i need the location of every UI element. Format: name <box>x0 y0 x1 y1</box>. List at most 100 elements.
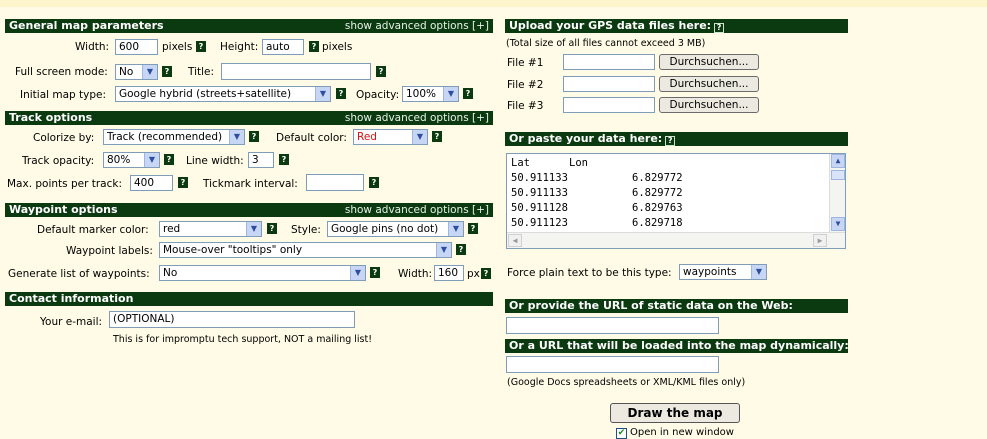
tickmark-input[interactable] <box>306 174 364 191</box>
default-color-select[interactable]: Red ▼ <box>353 129 428 145</box>
url-static-input[interactable] <box>506 317 719 334</box>
help-icon[interactable]: ? <box>196 41 206 52</box>
help-icon[interactable]: ? <box>456 244 466 255</box>
width-input[interactable]: 600 <box>115 39 158 55</box>
help-icon[interactable]: ? <box>369 177 379 188</box>
browse-button[interactable]: Durchsuchen... <box>659 76 759 92</box>
lon-value: 6.829772 <box>632 172 683 184</box>
waypoint-options-title: Waypoint options <box>9 203 118 216</box>
help-icon[interactable]: ? <box>162 66 172 77</box>
open-new-window-checkbox[interactable]: ✔ <box>616 428 627 439</box>
browse-button[interactable]: Durchsuchen... <box>659 97 759 113</box>
dropdown-arrow-icon: ▼ <box>246 222 261 236</box>
waypoint-labels-select[interactable]: Mouse-over "tooltips" only ▼ <box>159 242 452 258</box>
url-dynamic-input[interactable] <box>506 356 719 373</box>
help-icon[interactable]: ? <box>463 88 473 99</box>
maptype-select[interactable]: Google hybrid (streets+satellite) ▼ <box>115 86 331 102</box>
general-params-header: General map parameters show advanced opt… <box>5 19 493 33</box>
waypoint-advanced-link[interactable]: show advanced options [+] <box>345 203 489 217</box>
browse-button[interactable]: Durchsuchen... <box>659 54 759 70</box>
horizontal-scrollbar[interactable]: ◀ ▶ <box>507 232 845 248</box>
email-note: This is for impromptu tech support, NOT … <box>113 334 373 345</box>
colorize-select[interactable]: Track (recommended) ▼ <box>103 129 245 145</box>
fullscreen-label: Full screen mode: <box>15 66 108 78</box>
scroll-down-icon[interactable]: ▼ <box>831 217 845 231</box>
list-width-unit: px <box>467 268 480 280</box>
vertical-scrollbar[interactable]: ▲ ▼ <box>829 154 845 232</box>
upload-header: Upload your GPS data files here:? <box>505 19 848 33</box>
track-opacity-select[interactable]: 80% ▼ <box>103 152 160 168</box>
track-opacity-value: 80% <box>107 154 131 166</box>
general-params-title: General map parameters <box>9 19 164 32</box>
colorize-label: Colorize by: <box>33 132 95 144</box>
file-label: File #2 <box>507 79 544 91</box>
file-path-input[interactable] <box>563 76 655 92</box>
scroll-right-icon[interactable]: ▶ <box>813 234 827 247</box>
width-label: Width: <box>75 41 110 53</box>
linewidth-label: Line width: <box>186 155 244 167</box>
maptype-label: Initial map type: <box>20 89 107 101</box>
help-icon[interactable]: ? <box>309 41 319 52</box>
url-static-title: Or provide the URL of static data on the… <box>509 299 793 312</box>
fullscreen-select[interactable]: No ▼ <box>115 64 158 80</box>
lat-value: 50.911133 <box>511 187 568 199</box>
height-input[interactable]: auto <box>262 39 304 55</box>
dropdown-arrow-icon: ▼ <box>229 130 244 144</box>
file-path-input[interactable] <box>563 54 655 70</box>
help-icon[interactable]: ? <box>249 131 259 142</box>
help-icon[interactable]: ? <box>178 177 188 188</box>
url-dynamic-header: Or a URL that will be loaded into the ma… <box>505 339 849 353</box>
email-label: Your e-mail: <box>40 316 103 328</box>
scroll-left-icon[interactable]: ◀ <box>508 234 522 247</box>
maxpoints-input[interactable]: 400 <box>130 175 173 191</box>
dropdown-arrow-icon: ▼ <box>751 265 766 279</box>
help-icon[interactable]: ? <box>267 223 277 234</box>
dropdown-arrow-icon: ▼ <box>142 65 157 79</box>
paste-data-textarea[interactable]: Lat Lon 50.911133 6.829772 50.911133 6.8… <box>506 153 846 249</box>
linewidth-input[interactable]: 3 <box>248 152 274 168</box>
help-icon[interactable]: ? <box>481 268 491 279</box>
help-icon[interactable]: ? <box>468 223 478 234</box>
lat-value: 50.911123 <box>511 217 568 229</box>
style-select[interactable]: Google pins (no dot) ▼ <box>327 221 464 237</box>
scroll-up-icon[interactable]: ▲ <box>831 154 845 168</box>
list-width-input[interactable]: 160 <box>434 265 464 281</box>
draw-map-button[interactable]: Draw the map <box>610 403 740 423</box>
title-input[interactable] <box>221 63 371 80</box>
help-icon[interactable]: ? <box>665 136 676 146</box>
help-icon[interactable]: ? <box>336 88 346 99</box>
lat-value: 50.911133 <box>511 172 568 184</box>
help-icon[interactable]: ? <box>279 154 289 165</box>
url-dynamic-note: (Google Docs spreadsheets or XML/KML fil… <box>507 377 746 388</box>
email-input[interactable]: (OPTIONAL) <box>109 311 355 328</box>
colorize-value: Track (recommended) <box>107 131 223 143</box>
contact-header: Contact information <box>5 292 493 306</box>
default-color-label: Default color: <box>276 132 347 144</box>
style-value: Google pins (no dot) <box>331 223 439 235</box>
file-label: File #1 <box>507 57 544 69</box>
help-icon[interactable]: ? <box>164 154 174 165</box>
title-label: Title: <box>188 66 215 78</box>
marker-color-select[interactable]: red ▼ <box>159 221 262 237</box>
help-icon[interactable]: ? <box>432 131 442 142</box>
textarea-col-lat: Lat <box>511 157 530 169</box>
file-label: File #3 <box>507 100 544 112</box>
file-path-input[interactable] <box>563 97 655 113</box>
height-label: Height: <box>220 41 259 53</box>
marker-color-value: red <box>163 223 181 235</box>
force-type-label: Force plain text to be this type: <box>507 267 672 279</box>
genlist-select[interactable]: No ▼ <box>159 265 366 281</box>
fullscreen-value: No <box>119 66 134 78</box>
force-type-select[interactable]: waypoints ▼ <box>679 264 767 280</box>
opacity-select[interactable]: 100% ▼ <box>402 86 459 102</box>
general-advanced-link[interactable]: show advanced options [+] <box>345 19 489 33</box>
help-icon[interactable]: ? <box>370 267 380 278</box>
help-icon[interactable]: ? <box>714 23 725 33</box>
scroll-thumb[interactable] <box>831 170 845 180</box>
help-icon[interactable]: ? <box>376 66 386 77</box>
genlist-label: Generate list of waypoints: <box>8 268 150 280</box>
dropdown-arrow-icon: ▼ <box>436 243 451 257</box>
url-static-header: Or provide the URL of static data on the… <box>505 299 848 313</box>
url-dynamic-title: Or a URL that will be loaded into the ma… <box>509 339 849 352</box>
track-advanced-link[interactable]: show advanced options [+] <box>345 111 489 125</box>
